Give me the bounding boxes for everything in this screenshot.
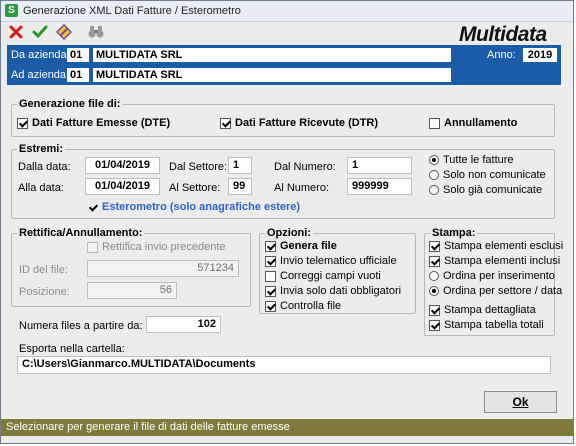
ad-azienda-label: Ad azienda: [11,69,70,81]
annullamento-checkbox[interactable]: Annullamento [429,117,517,129]
window-title: Generazione XML Dati Fatture / Esteromet… [23,5,241,17]
ad-azienda-name: MULTIDATA SRL [93,68,451,82]
ok-button[interactable]: Ok [484,391,557,413]
al-settore-label: Al Settore: [169,182,221,194]
title-bar: S Generazione XML Dati Fatture / Esterom… [1,1,573,22]
anno-field[interactable]: 2019 [523,48,557,62]
id-file-field[interactable]: 571234 [87,260,239,277]
checkbox-box [429,255,440,267]
generazione-title: Generazione file di: [17,98,123,110]
checkbox-box [265,240,276,252]
opzioni-title: Opzioni: [265,227,313,239]
checkbox-box [429,240,440,252]
radio-dot [429,271,439,281]
stampa-inclusi-checkbox[interactable]: Stampa elementi inclusi [429,255,560,267]
numera-label: Numera files a partire da: [19,320,143,332]
posizione-field[interactable]: 56 [87,282,177,299]
da-azienda-name: MULTIDATA SRL [93,48,451,62]
al-numero-field[interactable]: 999999 [347,178,412,195]
id-file-label: ID del file: [19,264,68,276]
radio-non-comunicate[interactable]: Solo non comunicate [429,169,546,181]
checkbox-box [429,117,440,129]
da-azienda-label: Da azienda: [11,49,70,61]
multidata-logo: Multidata [459,23,547,46]
radio-dot [429,185,439,195]
stampa-esclusi-checkbox[interactable]: Stampa elementi esclusi [429,240,563,252]
dte-checkbox[interactable]: Dati Fatture Emesse (DTE) [17,117,170,129]
edit-icon[interactable] [55,23,73,41]
radio-dot [429,155,439,165]
alla-data-field[interactable]: 01/04/2019 [85,178,160,195]
al-numero-label: Al Numero: [274,182,330,194]
radio-tutte[interactable]: Tutte le fatture [429,154,514,166]
radio-dot [429,286,439,296]
ad-azienda-code[interactable]: 01 [67,68,89,82]
esporta-path-field[interactable]: C:\Users\Gianmarco.MULTIDATA\Documents [17,356,551,374]
radio-dot [429,170,439,180]
dalla-data-field[interactable]: 01/04/2019 [85,157,160,174]
dalla-data-label: Dalla data: [18,161,71,173]
checkbox-box [429,304,440,316]
checkbox-box [265,285,276,297]
invia-solo-checkbox[interactable]: Invia solo dati obbligatori [265,285,401,297]
dtr-checkbox[interactable]: Dati Fatture Ricevute (DTR) [220,117,378,129]
invio-telematico-checkbox[interactable]: Invio telematico ufficiale [265,255,397,267]
rettifica-title: Rettifica/Annullamento: [17,227,145,239]
alla-data-label: Alla data: [18,182,64,194]
checkbox-box [17,117,28,129]
checkbox-box [265,300,276,312]
radio-ordina-inserimento[interactable]: Ordina per inserimento [429,270,555,282]
posizione-label: Posizione: [19,286,70,298]
radio-ordina-settore[interactable]: Ordina per settore / data [429,285,562,297]
close-icon[interactable] [7,23,25,41]
checkbox-box [265,255,276,267]
rettifica-checkbox[interactable]: Rettifica invio precedente [87,241,226,253]
checkbox-box [87,241,98,253]
genera-file-checkbox[interactable]: Genera file [265,240,337,252]
stampa-totali-checkbox[interactable]: Stampa tabella totali [429,319,544,331]
anno-label: Anno: [487,49,516,61]
dialog-window: S Generazione XML Dati Fatture / Esterom… [0,0,574,444]
correggi-campi-checkbox[interactable]: Correggi campi vuoti [265,270,381,282]
numera-field[interactable]: 102 [146,316,221,333]
checkbox-box [265,270,276,282]
controlla-file-checkbox[interactable]: Controlla file [265,300,341,312]
stampa-title: Stampa: [430,227,478,239]
esterometro-checkbox[interactable]: Esterometro (solo anagrafiche estere) [87,201,300,213]
company-header: Da azienda: 01 MULTIDATA SRL Anno: 2019 … [7,45,561,85]
dal-numero-label: Dal Numero: [274,161,336,173]
status-bar: Selezionare per generare il file di dati… [1,419,573,436]
da-azienda-code[interactable]: 01 [67,48,89,62]
estremi-title: Estremi: [17,143,66,155]
radio-gia-comunicate[interactable]: Solo già comunicate [429,184,542,196]
checkbox-box [220,117,231,129]
esporta-label: Esporta nella cartella: [19,343,125,355]
app-icon: S [5,4,18,17]
dal-settore-field[interactable]: 1 [228,157,252,174]
checkbox-box [429,319,440,331]
checkbox-box [87,202,98,213]
dal-numero-field[interactable]: 1 [347,157,412,174]
dal-settore-label: Dal Settore: [169,161,228,173]
al-settore-field[interactable]: 99 [228,178,252,195]
check-icon[interactable] [31,23,49,41]
stampa-dettagliata-checkbox[interactable]: Stampa dettagliata [429,304,536,316]
binoculars-icon[interactable] [87,23,105,41]
